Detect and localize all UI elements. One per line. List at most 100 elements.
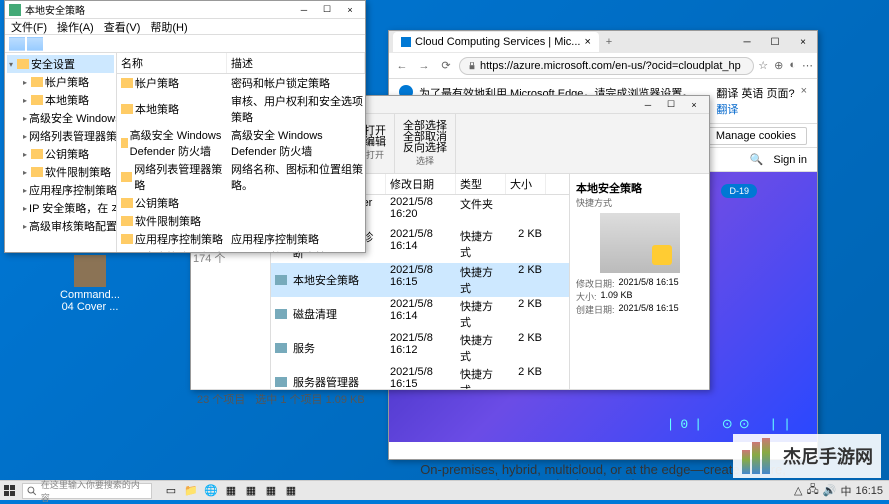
taskbar-search[interactable]: 在这里输入你要搜索的内容 xyxy=(22,483,152,499)
shortcut-icon xyxy=(275,275,287,285)
tree-item[interactable]: ▸高级审核策略配置 xyxy=(21,217,114,235)
file-row[interactable]: 本地安全策略2021/5/8 16:15快捷方式2 KB xyxy=(271,263,569,297)
desktop-icon[interactable]: Command... 04 Cover ... xyxy=(60,255,120,313)
close-button[interactable]: × xyxy=(339,3,361,17)
mmc-toolbar xyxy=(5,35,365,53)
app-icon[interactable]: ▦ xyxy=(242,483,260,499)
maximize-button[interactable]: ☐ xyxy=(761,32,789,52)
tree-root[interactable]: ▾安全设置 xyxy=(7,55,114,73)
menu-action[interactable]: 操作(A) xyxy=(57,19,94,35)
tab-close-icon[interactable]: × xyxy=(584,36,590,48)
tree-item[interactable]: ▸网络列表管理器策略 xyxy=(21,127,114,145)
col-date[interactable]: 修改日期 xyxy=(386,174,456,194)
ime-icon[interactable]: 中 xyxy=(840,483,851,499)
app-icon[interactable]: ▦ xyxy=(282,483,300,499)
sound-icon[interactable]: 🔊 xyxy=(823,484,837,497)
search-icon xyxy=(27,486,37,496)
tree-item[interactable]: ▸应用程序控制策略 xyxy=(21,181,114,199)
forward-icon[interactable] xyxy=(27,37,43,51)
tray-icon[interactable]: △ xyxy=(794,484,802,497)
explorer-icon[interactable]: 📁 xyxy=(182,483,200,499)
ribbon-item[interactable]: 反向选择 xyxy=(403,143,447,154)
col-name[interactable]: 名称 xyxy=(117,53,227,73)
list-row[interactable]: 本地策略审核、用户权利和安全选项策略 xyxy=(117,92,365,126)
col-desc[interactable]: 描述 xyxy=(227,53,365,73)
list-row[interactable]: 网络列表管理器策略网络名称、图标和位置组策略。 xyxy=(117,160,365,194)
windows-icon xyxy=(4,485,16,497)
help-icon[interactable] xyxy=(99,37,115,51)
covid-banner[interactable]: D-19 xyxy=(721,184,757,198)
folder-icon xyxy=(121,172,132,182)
export-icon[interactable] xyxy=(81,37,97,51)
app-icon[interactable]: ▦ xyxy=(222,483,240,499)
new-tab-button[interactable]: + xyxy=(599,36,619,48)
carousel-controls[interactable]: |0| ⊙⊙ || xyxy=(667,417,797,432)
signin-link[interactable]: Sign in xyxy=(773,154,807,166)
mmc-tree[interactable]: ▾安全设置 ▸帐户策略▸本地策略▸高级安全 Windows Defender 防… xyxy=(5,53,117,252)
address-bar-row: ← → ⟳ https://azure.microsoft.com/en-us/… xyxy=(389,53,817,79)
edge-icon[interactable]: 🌐 xyxy=(202,483,220,499)
forward-button[interactable]: → xyxy=(415,57,433,75)
search-icon[interactable]: 🔍 xyxy=(750,153,764,166)
tree-item[interactable]: ▸帐户策略 xyxy=(21,73,114,91)
clock[interactable]: 16:15 xyxy=(855,485,883,497)
tree-item[interactable]: ▸软件限制策略 xyxy=(21,163,114,181)
minimize-button[interactable]: ─ xyxy=(637,98,659,112)
tree-item[interactable]: ▸本地策略 xyxy=(21,91,114,109)
file-row[interactable]: 服务2021/5/8 16:12快捷方式2 KB xyxy=(271,331,569,365)
start-button[interactable] xyxy=(0,481,20,501)
network-icon[interactable]: 🖧 xyxy=(807,481,819,500)
list-row[interactable]: 公钥策略 xyxy=(117,194,365,212)
list-row[interactable]: IP 安全策略，在 本地计算机Internet 协议安全性 (IPsec) 管理… xyxy=(117,248,365,252)
close-button[interactable]: × xyxy=(683,98,705,112)
translate-link[interactable]: 翻译 xyxy=(716,101,794,117)
app-icon[interactable]: ▦ xyxy=(262,483,280,499)
list-row[interactable]: 应用程序控制策略应用程序控制策略 xyxy=(117,230,365,248)
maximize-button[interactable]: ☐ xyxy=(316,3,338,17)
minimize-button[interactable]: ─ xyxy=(293,3,315,17)
menu-view[interactable]: 查看(V) xyxy=(104,19,141,35)
back-icon[interactable] xyxy=(9,37,25,51)
file-row[interactable]: 服务器管理器2021/5/8 16:15快捷方式2 KB xyxy=(271,365,569,389)
profile-icon[interactable]: ◐ xyxy=(789,59,796,72)
system-tray[interactable]: △ 🖧 🔊 中 16:15 xyxy=(794,481,889,500)
tree-item[interactable]: ▸公钥策略 xyxy=(21,145,114,163)
maximize-button[interactable]: ☐ xyxy=(660,98,682,112)
back-button[interactable]: ← xyxy=(393,57,411,75)
minimize-button[interactable]: ─ xyxy=(733,32,761,52)
mmc-titlebar: 本地安全策略 ─ ☐ × xyxy=(5,1,365,19)
tree-item[interactable]: ▸IP 安全策略，在 本地计算机 xyxy=(21,199,114,217)
refresh-icon[interactable] xyxy=(63,37,79,51)
list-row[interactable]: 高级安全 Windows Defender 防火墙高级安全 Windows De… xyxy=(117,126,365,160)
task-view-icon[interactable]: ▭ xyxy=(162,483,180,499)
favorite-icon[interactable]: ☆ xyxy=(758,59,768,72)
file-row[interactable]: 磁盘清理2021/5/8 16:14快捷方式2 KB xyxy=(271,297,569,331)
collections-icon[interactable]: ⊕ xyxy=(774,59,783,72)
tree-item[interactable]: ▸高级安全 Windows Defender 防火墙 xyxy=(21,109,114,127)
cookies-button[interactable]: Manage cookies xyxy=(705,127,807,145)
col-type[interactable]: 类型 xyxy=(456,174,506,194)
col-size[interactable]: 大小 xyxy=(506,174,546,194)
pinned-apps: ▭ 📁 🌐 ▦ ▦ ▦ ▦ xyxy=(162,483,300,499)
menu-help[interactable]: 帮助(H) xyxy=(150,19,187,35)
list-row[interactable]: 帐户策略密码和帐户锁定策略 xyxy=(117,74,365,92)
refresh-button[interactable]: ⟳ xyxy=(437,57,455,75)
shield-icon xyxy=(9,4,21,16)
list-row[interactable]: 软件限制策略 xyxy=(117,212,365,230)
close-icon[interactable]: × xyxy=(801,85,807,97)
menu-icon[interactable]: ⋯ xyxy=(802,59,813,72)
ribbon-item[interactable]: 全部选择 xyxy=(403,121,447,132)
mmc-list[interactable]: 名称 描述 帐户策略密码和帐户锁定策略本地策略审核、用户权利和安全选项策略高级安… xyxy=(117,53,365,252)
close-button[interactable]: × xyxy=(789,32,817,52)
browser-tab[interactable]: Cloud Computing Services | Mic... × xyxy=(393,32,599,52)
shortcut-icon xyxy=(275,309,287,319)
folder-icon xyxy=(121,234,133,244)
up-icon[interactable] xyxy=(45,37,61,51)
tab-title: Cloud Computing Services | Mic... xyxy=(415,36,580,48)
ribbon-item[interactable]: 编辑 xyxy=(364,137,386,148)
ribbon-item[interactable]: 全部取消 xyxy=(403,132,447,143)
ribbon-group-select: 全部选择 全部取消 反向选择 选择 xyxy=(395,114,456,173)
address-bar[interactable]: https://azure.microsoft.com/en-us/?ocid=… xyxy=(459,57,754,75)
column-headers: 名称 描述 xyxy=(117,53,365,74)
menu-file[interactable]: 文件(F) xyxy=(11,19,47,35)
